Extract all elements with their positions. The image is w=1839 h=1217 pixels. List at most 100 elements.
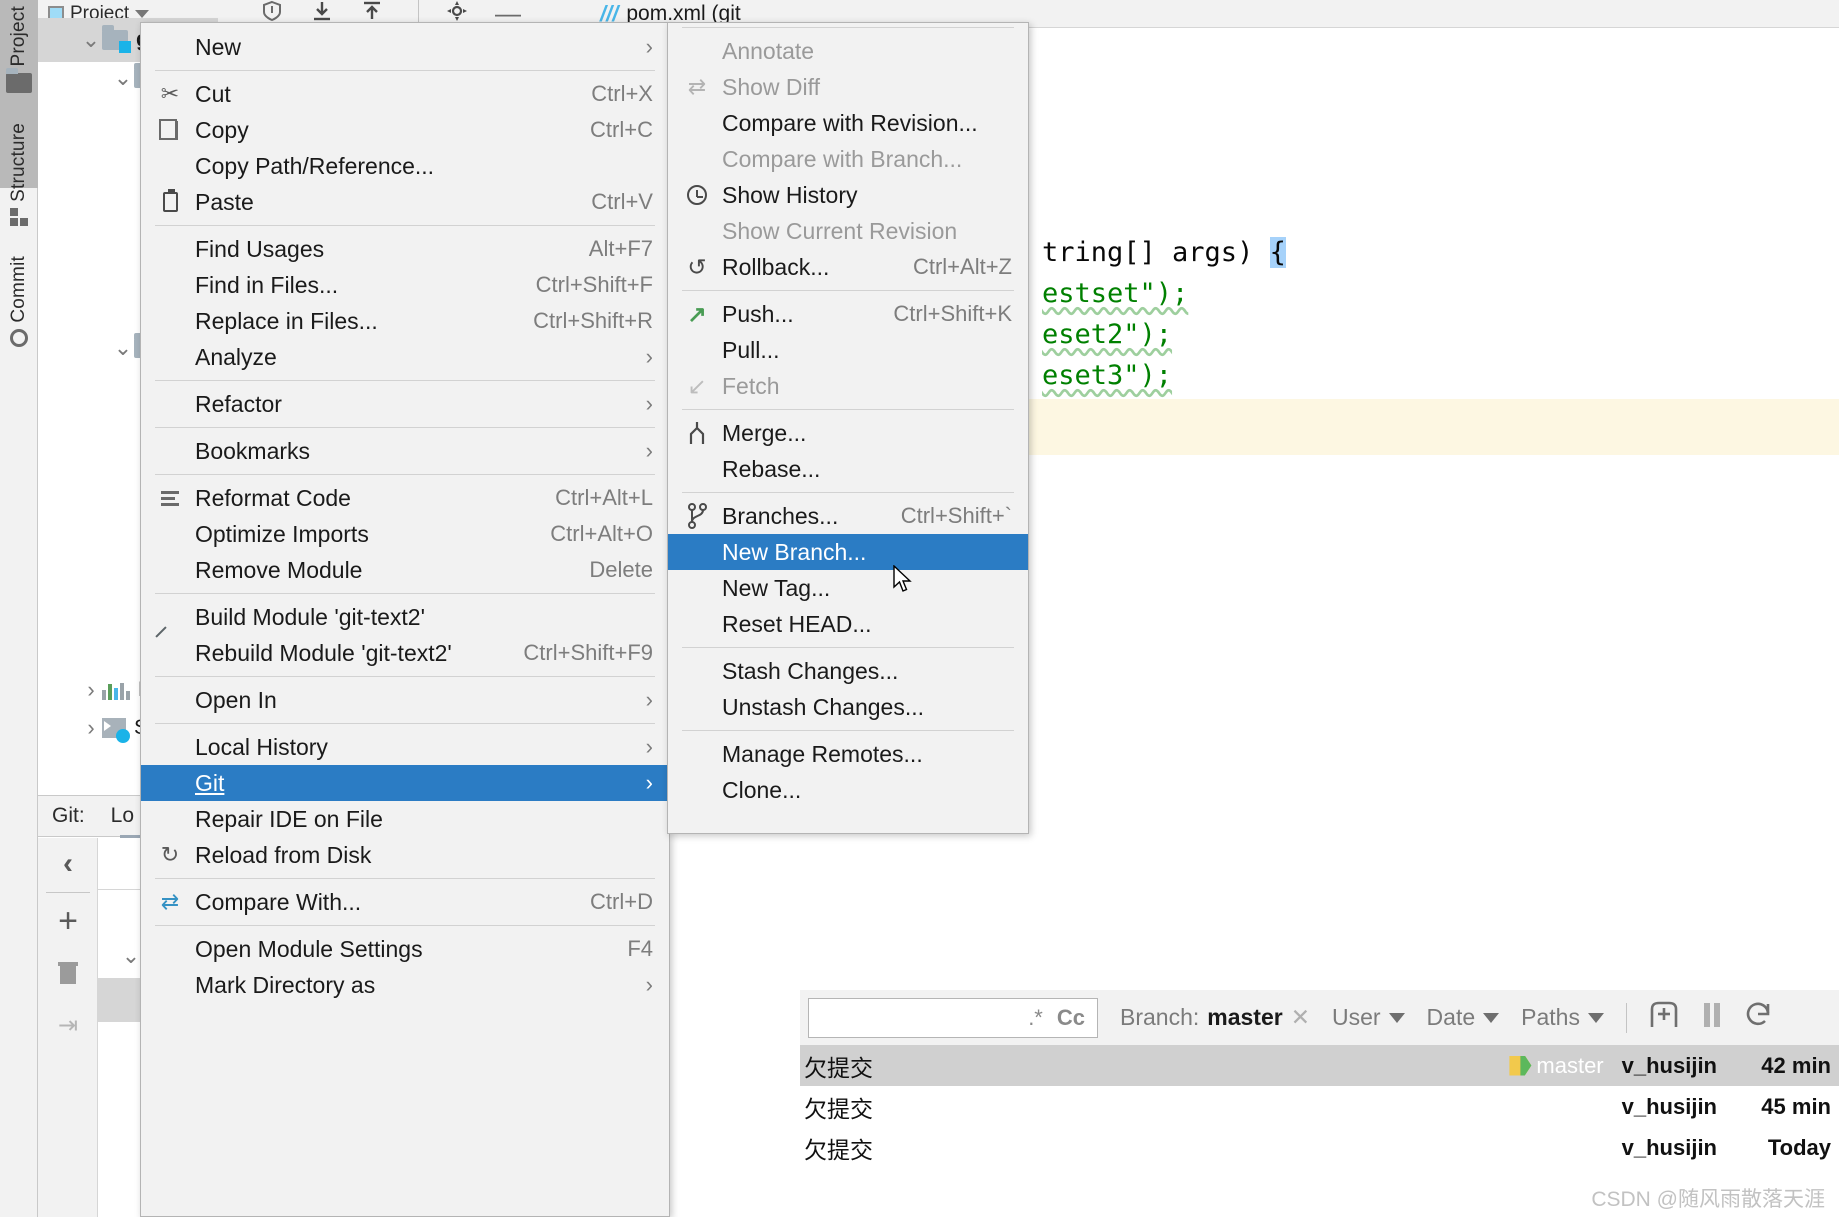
code-line: tring[] args) bbox=[1042, 237, 1270, 268]
context-menu[interactable]: New › ✂ Cut Ctrl+X Copy Ctrl+C Copy Path… bbox=[140, 22, 670, 1217]
menu-item-replace-in-files[interactable]: Replace in Files... Ctrl+Shift+R bbox=[141, 303, 669, 339]
menu-item-unstash-changes[interactable]: Unstash Changes... bbox=[668, 689, 1028, 725]
git-log-tab[interactable]: Lo bbox=[111, 804, 134, 828]
menu-item-fetch[interactable]: ↙ Fetch bbox=[668, 368, 1028, 404]
regex-toggle[interactable]: .* bbox=[1028, 1005, 1043, 1031]
menu-item-label: Rebuild Module 'git-text2' bbox=[195, 639, 452, 666]
chevron-right-icon[interactable]: › bbox=[80, 679, 102, 701]
divider bbox=[682, 290, 1014, 291]
menu-item-open-module-settings[interactable]: Open Module Settings F4 bbox=[141, 931, 669, 967]
menu-item-label: Open In bbox=[195, 686, 277, 713]
menu-item-show-current-revision[interactable]: Show Current Revision bbox=[668, 213, 1028, 249]
menu-item-push[interactable]: ↗ Push... Ctrl+Shift+K bbox=[668, 296, 1028, 332]
table-row[interactable]: 欠提交 v_husijin Today bbox=[800, 1127, 1839, 1168]
menu-item-optimize-imports[interactable]: Optimize Imports Ctrl+Alt+O bbox=[141, 516, 669, 552]
filter-branch[interactable]: Branch: master ✕ bbox=[1120, 1004, 1310, 1031]
menu-item-new-tag[interactable]: New Tag... bbox=[668, 570, 1028, 606]
menu-item-refactor[interactable]: Refactor › bbox=[141, 386, 669, 422]
menu-item-new-branch[interactable]: New Branch... bbox=[668, 534, 1028, 570]
branch-tag-label: master bbox=[1536, 1052, 1604, 1078]
menu-item-label: Fetch bbox=[722, 372, 780, 399]
menu-item-git[interactable]: Git › bbox=[141, 765, 669, 801]
menu-item-new[interactable]: New › bbox=[141, 29, 669, 65]
git-log-filter-input[interactable]: .* Cc bbox=[808, 997, 1098, 1038]
menu-item-show-diff[interactable]: ⇄ Show Diff bbox=[668, 69, 1028, 105]
menu-item-label: Compare with Branch... bbox=[722, 145, 963, 172]
menu-item-manage-remotes[interactable]: Manage Remotes... bbox=[668, 736, 1028, 772]
close-icon[interactable]: ✕ bbox=[1291, 1004, 1310, 1031]
menu-item-pull[interactable]: Pull... bbox=[668, 332, 1028, 368]
menu-item-build-module[interactable]: Build Module 'git-text2' bbox=[141, 599, 669, 635]
commit-date: 42 min bbox=[1761, 1052, 1831, 1078]
chevron-down-icon[interactable]: ⌄ bbox=[112, 337, 134, 359]
chevron-down-icon[interactable] bbox=[135, 9, 150, 18]
match-case-toggle[interactable]: Cc bbox=[1057, 1005, 1085, 1031]
chevron-right-icon: › bbox=[645, 438, 653, 463]
menu-item-clone[interactable]: Clone... bbox=[668, 772, 1028, 808]
chevron-down-icon[interactable]: ⌄ bbox=[120, 945, 142, 967]
menu-item-rebase[interactable]: Rebase... bbox=[668, 451, 1028, 487]
menu-item-bookmarks[interactable]: Bookmarks › bbox=[141, 433, 669, 469]
menu-item-merge[interactable]: Merge... bbox=[668, 415, 1028, 451]
commit-date: Today bbox=[1767, 1134, 1831, 1160]
menu-item-mark-directory-as[interactable]: Mark Directory as › bbox=[141, 967, 669, 1003]
menu-item-show-history[interactable]: Show History bbox=[668, 177, 1028, 213]
menu-item-label: Manage Remotes... bbox=[722, 740, 923, 767]
add-icon[interactable]: + bbox=[38, 895, 98, 947]
refresh-icon[interactable] bbox=[1743, 1000, 1773, 1035]
filter-date[interactable]: Date bbox=[1427, 1004, 1500, 1031]
menu-item-rollback[interactable]: ↺ Rollback... Ctrl+Alt+Z bbox=[668, 249, 1028, 285]
table-row[interactable]: 欠提交 v_husijin 45 min bbox=[800, 1086, 1839, 1127]
menu-item-label: Analyze bbox=[195, 343, 277, 370]
menu-item-find-in-files[interactable]: Find in Files... Ctrl+Shift+F bbox=[141, 267, 669, 303]
menu-item-copy[interactable]: Copy Ctrl+C bbox=[141, 112, 669, 148]
menu-item-analyze[interactable]: Analyze › bbox=[141, 339, 669, 375]
sidebar-item-commit[interactable]: Commit bbox=[0, 248, 38, 428]
left-tool-strip: Project Structure Commit bbox=[0, 0, 38, 1217]
module-folder-icon bbox=[102, 25, 131, 53]
menu-item-compare-with[interactable]: ⇄ Compare With... Ctrl+D bbox=[141, 884, 669, 920]
code-selected-brace: { bbox=[1269, 237, 1286, 268]
menu-item-local-history[interactable]: Local History › bbox=[141, 729, 669, 765]
menu-item-open-in[interactable]: Open In › bbox=[141, 682, 669, 718]
commit-author: v_husijin bbox=[1621, 1093, 1717, 1119]
menu-item-label: Stash Changes... bbox=[722, 657, 899, 684]
menu-item-branches[interactable]: Branches... Ctrl+Shift+` bbox=[668, 498, 1028, 534]
filter-branch-label: Branch: bbox=[1120, 1004, 1200, 1030]
menu-item-copy-path-reference[interactable]: Copy Path/Reference... bbox=[141, 148, 669, 184]
delete-icon[interactable] bbox=[38, 947, 98, 999]
menu-item-remove-module[interactable]: Remove Module Delete bbox=[141, 552, 669, 588]
diff-icon[interactable]: ⇥ bbox=[38, 999, 98, 1051]
menu-item-reset-head[interactable]: Reset HEAD... bbox=[668, 606, 1028, 642]
menu-item-label: Branches... bbox=[722, 502, 839, 529]
expand-icon[interactable] bbox=[1647, 999, 1681, 1036]
menu-item-find-usages[interactable]: Find Usages Alt+F7 bbox=[141, 231, 669, 267]
filter-paths[interactable]: Paths bbox=[1521, 1004, 1604, 1031]
menu-item-stash-changes[interactable]: Stash Changes... bbox=[668, 653, 1028, 689]
filter-user[interactable]: User bbox=[1332, 1004, 1405, 1031]
table-row[interactable]: 欠提交 master v_husijin 42 min bbox=[800, 1045, 1839, 1086]
menu-item-compare-with-revision[interactable]: Compare with Revision... bbox=[668, 105, 1028, 141]
pause-icon[interactable] bbox=[1701, 1000, 1723, 1035]
filter-paths-label: Paths bbox=[1521, 1004, 1580, 1030]
code-editor[interactable]: tring[] args) { estset"); eset2"); eset3… bbox=[1028, 0, 1839, 990]
menu-item-reformat-code[interactable]: Reformat Code Ctrl+Alt+L bbox=[141, 480, 669, 516]
menu-item-paste[interactable]: Paste Ctrl+V bbox=[141, 184, 669, 220]
chevron-down-icon[interactable]: ⌄ bbox=[80, 29, 102, 51]
menu-item-rebuild-module[interactable]: Rebuild Module 'git-text2' Ctrl+Shift+F9 bbox=[141, 635, 669, 671]
menu-item-annotate[interactable]: Annotate bbox=[668, 33, 1028, 69]
menu-item-compare-with-branch[interactable]: Compare with Branch... bbox=[668, 141, 1028, 177]
chevron-down-icon[interactable] bbox=[1587, 1012, 1604, 1023]
menu-item-repair-ide-on-file[interactable]: Repair IDE on File bbox=[141, 801, 669, 837]
menu-item-label: Compare with Revision... bbox=[722, 109, 978, 136]
menu-item-reload-from-disk[interactable]: ↻ Reload from Disk bbox=[141, 837, 669, 873]
chevron-down-icon[interactable] bbox=[1388, 1012, 1405, 1023]
git-submenu[interactable]: Annotate ⇄ Show Diff Compare with Revisi… bbox=[667, 22, 1029, 834]
menu-item-cut[interactable]: ✂ Cut Ctrl+X bbox=[141, 76, 669, 112]
divider bbox=[155, 380, 655, 381]
chevron-down-icon[interactable]: ⌄ bbox=[112, 67, 134, 89]
chevron-right-icon[interactable]: › bbox=[80, 717, 102, 739]
menu-item-label: Rebase... bbox=[722, 455, 821, 482]
collapse-icon[interactable]: ‹ bbox=[38, 838, 98, 890]
chevron-down-icon[interactable] bbox=[1483, 1012, 1500, 1023]
